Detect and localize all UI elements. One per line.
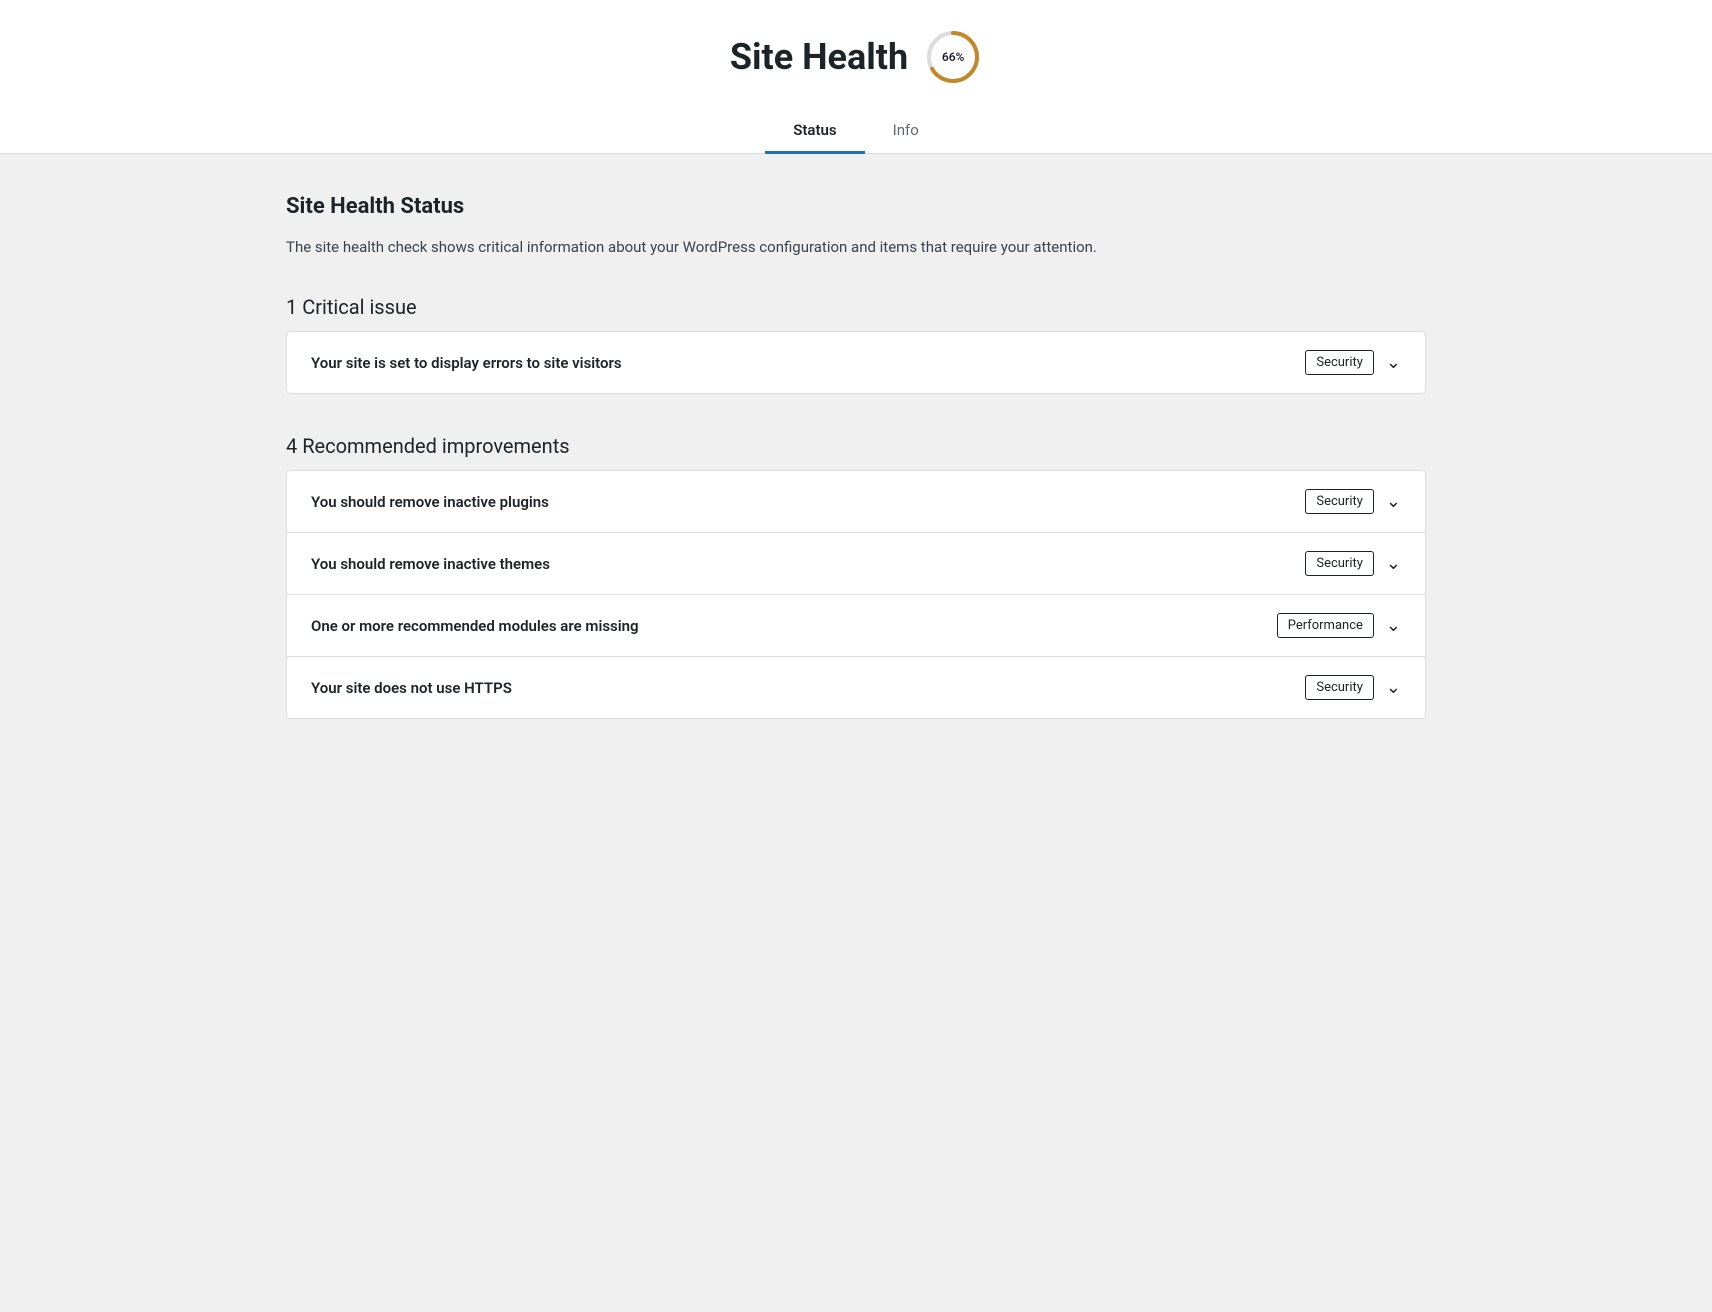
recommended-issues-list: You should remove inactive plugins Secur… [286,470,1426,719]
main-content: Site Health Status The site health check… [256,154,1456,799]
page-title: Site Health [730,36,908,78]
tag-badge-performance: Performance [1277,613,1374,638]
critical-issues-count: 1 Critical issue [286,295,1426,319]
tag-badge-security: Security [1305,551,1374,576]
chevron-down-icon[interactable]: ⌄ [1386,352,1401,373]
issue-right: Security ⌄ [1305,350,1401,375]
table-row: One or more recommended modules are miss… [287,595,1425,657]
issue-label: Your site is set to display errors to si… [311,354,622,372]
table-row: Your site does not use HTTPS Security ⌄ [287,657,1425,718]
recommended-issues-section: 4 Recommended improvements You should re… [286,434,1426,719]
chevron-down-icon[interactable]: ⌄ [1386,677,1401,698]
tab-status[interactable]: Status [765,111,864,154]
table-row: You should remove inactive plugins Secur… [287,471,1425,533]
chevron-down-icon[interactable]: ⌄ [1386,553,1401,574]
issue-label: One or more recommended modules are miss… [311,617,639,635]
issue-right: Security ⌄ [1305,551,1401,576]
tab-bar: Status Info [0,110,1712,153]
issue-label: You should remove inactive plugins [311,493,549,511]
table-row: Your site is set to display errors to si… [287,332,1425,393]
section-title: Site Health Status [286,194,1426,219]
issue-label: Your site does not use HTTPS [311,679,512,697]
section-description: The site health check shows critical inf… [286,235,1426,259]
page-header: Site Health 66% Status Info [0,0,1712,154]
issue-right: Security ⌄ [1305,489,1401,514]
tag-badge-security: Security [1305,489,1374,514]
issue-label: You should remove inactive themes [311,555,550,573]
critical-issues-list: Your site is set to display errors to si… [286,331,1426,394]
tag-badge-security: Security [1305,675,1374,700]
issue-right: Performance ⌄ [1277,613,1401,638]
critical-issues-section: 1 Critical issue Your site is set to dis… [286,295,1426,394]
title-row: Site Health 66% [0,28,1712,86]
tag-badge-security: Security [1305,350,1374,375]
recommended-issues-count: 4 Recommended improvements [286,434,1426,458]
tab-info[interactable]: Info [865,111,947,154]
chevron-down-icon[interactable]: ⌄ [1386,491,1401,512]
health-score-circle: 66% [924,28,982,86]
issue-right: Security ⌄ [1305,675,1401,700]
table-row: You should remove inactive themes Securi… [287,533,1425,595]
chevron-down-icon[interactable]: ⌄ [1386,615,1401,636]
score-label: 66% [942,50,965,64]
